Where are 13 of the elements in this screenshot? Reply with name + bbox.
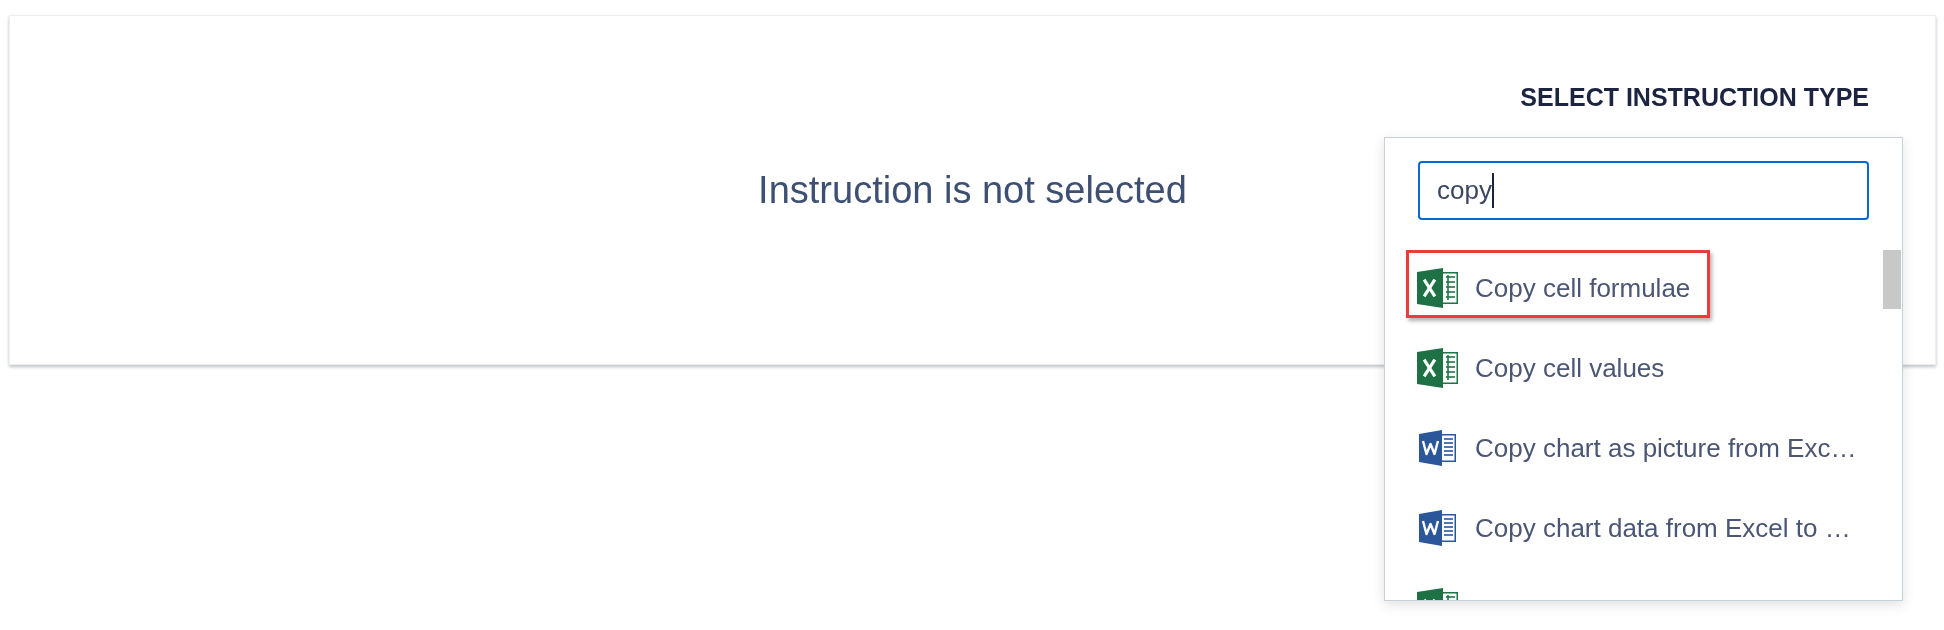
scrollbar-thumb[interactable] bbox=[1883, 250, 1901, 309]
document-icon bbox=[1419, 510, 1456, 546]
instruction-option[interactable]: Copy chart as picture from Exc… bbox=[1417, 428, 1857, 468]
search-field[interactable]: copy bbox=[1418, 161, 1869, 220]
instruction-type-heading: SELECT INSTRUCTION TYPE bbox=[1520, 82, 1869, 112]
instruction-option[interactable]: Copy chart data from Excel to … bbox=[1417, 508, 1851, 548]
spreadsheet-icon bbox=[1417, 268, 1458, 308]
instruction-option[interactable]: Copy cell formulae bbox=[1417, 268, 1691, 308]
text-cursor-icon bbox=[1491, 173, 1494, 208]
spreadsheet-icon bbox=[1417, 348, 1458, 388]
instruction-option[interactable]: Copy cell values bbox=[1417, 348, 1665, 388]
document-icon bbox=[1419, 430, 1456, 466]
empty-state-message: Instruction is not selected bbox=[758, 168, 1187, 213]
